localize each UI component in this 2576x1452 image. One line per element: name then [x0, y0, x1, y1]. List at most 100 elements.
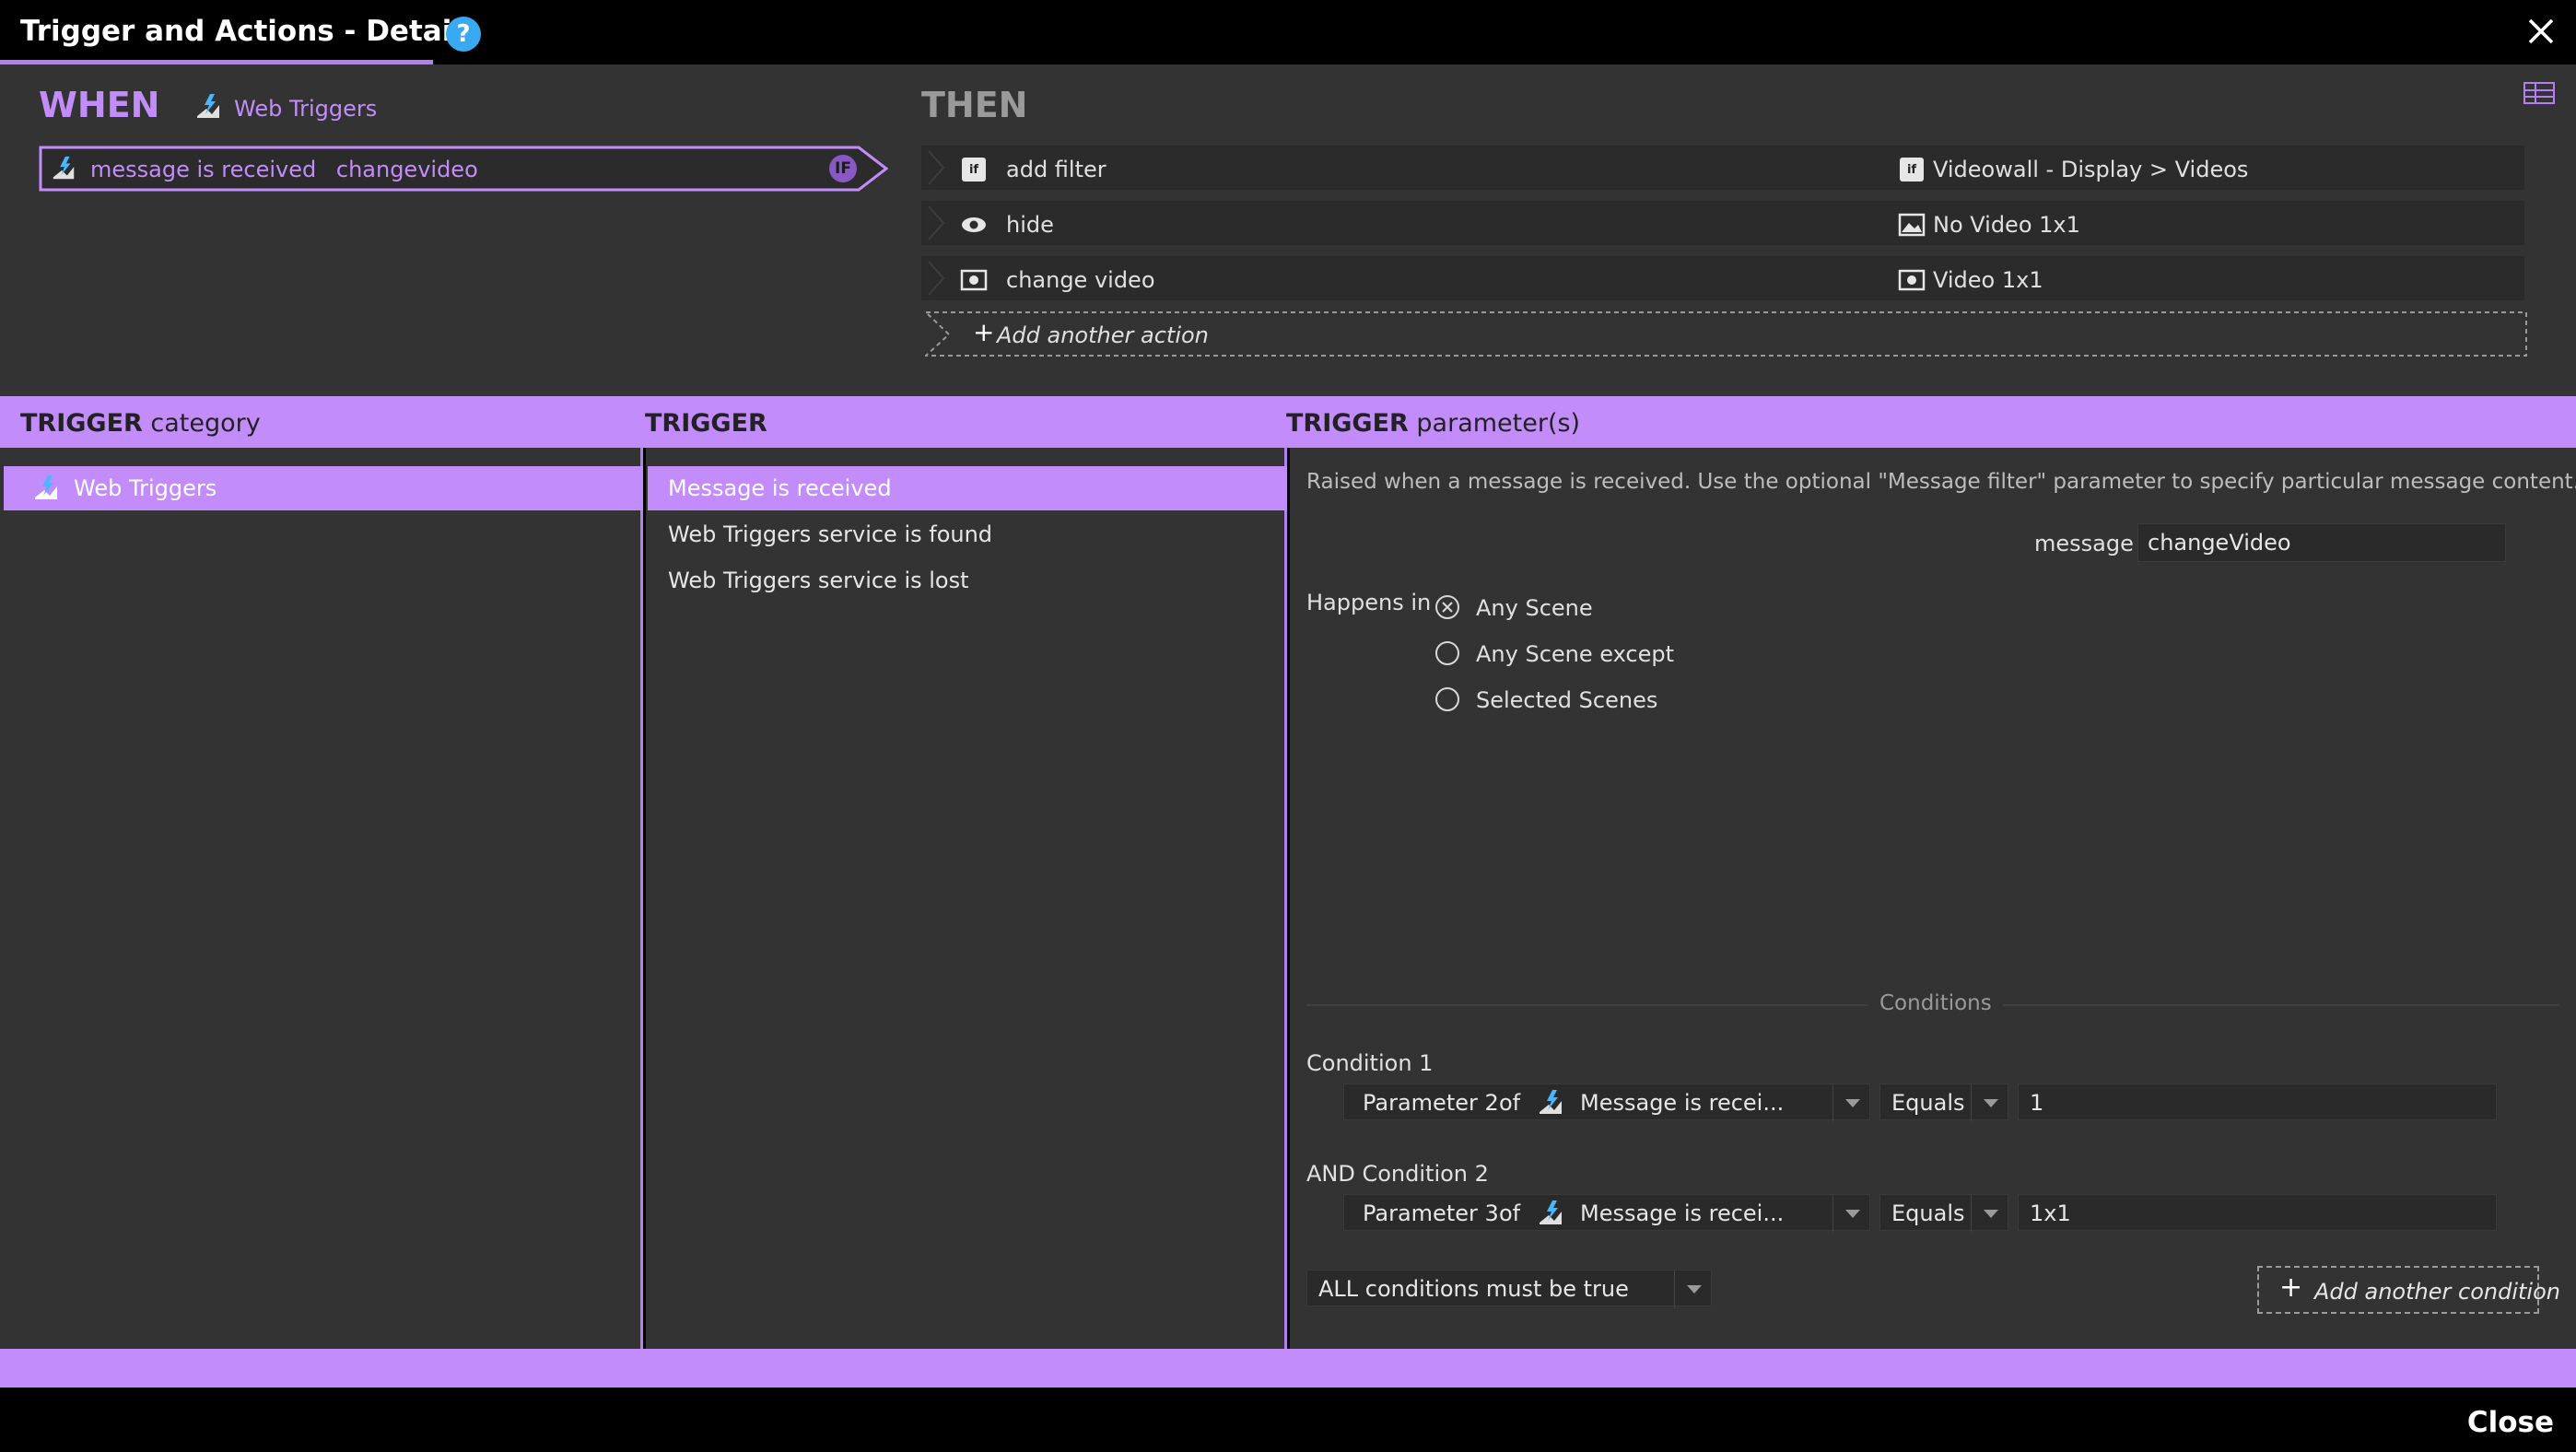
action-target: Videowall - Display > Videos [1933, 157, 2249, 182]
chevron-down-icon[interactable] [1971, 1195, 2008, 1232]
message-label: message [2034, 531, 2134, 556]
condition-parameter-select[interactable]: Parameter 2 of Message is recei... [1343, 1083, 1870, 1121]
web-trigger-icon [1540, 1090, 1562, 1114]
trigger-item-service-lost[interactable]: Web Triggers service is lost [648, 558, 1287, 603]
action-row[interactable]: change video Video 1x1 [921, 256, 2524, 300]
trigger-description: Raised when a message is received. Use t… [1306, 470, 2576, 494]
svg-text:if: if [969, 163, 978, 177]
action-row[interactable]: hide No Video 1x1 [921, 201, 2524, 245]
category-item-web-triggers[interactable]: Web Triggers [4, 466, 643, 510]
title-bar: Trigger and Actions - Details ? [0, 0, 2576, 64]
plus-icon: + [973, 317, 995, 347]
conditions-title: Conditions [1868, 991, 2003, 1015]
radio-selected-scenes[interactable] [1435, 687, 1459, 711]
chevron-right-icon [928, 150, 945, 185]
condition-parameter-select[interactable]: Parameter 3 of Message is recei... [1343, 1194, 1870, 1232]
video-icon [1898, 269, 1926, 291]
if-filter-icon: if [962, 158, 986, 182]
condition-operator: Equals [1891, 1200, 1965, 1226]
video-icon [960, 269, 988, 291]
condition-param: Parameter 2 [1363, 1090, 1499, 1116]
chevron-right-icon [928, 205, 945, 240]
if-filter-icon: if [1900, 158, 1924, 182]
then-label: THEN [921, 85, 1028, 125]
add-action-label: Add another action [997, 322, 1209, 348]
add-action-button[interactable]: + Add another action [925, 311, 2528, 357]
radio-any-scene-except[interactable] [1435, 641, 1459, 665]
svg-text:if: if [1907, 163, 1916, 177]
eye-icon [962, 217, 986, 232]
title-tab: Trigger and Actions - Details [0, 0, 478, 64]
footer-bar: Close [0, 1388, 2576, 1452]
trigger-list: Message is received Web Triggers service… [646, 448, 1287, 1349]
category-label: Web Triggers [74, 475, 217, 501]
condition-source: Message is recei... [1580, 1200, 1785, 1226]
trigger-parameters-panel: Raised when a message is received. Use t… [1290, 448, 2576, 1349]
condition-param: Parameter 3 [1363, 1200, 1499, 1226]
radio-label: Any Scene except [1476, 641, 1674, 667]
trigger-item-message-received[interactable]: Message is received [648, 466, 1287, 510]
image-icon [1898, 213, 1926, 237]
conditions-mode-select[interactable]: ALL conditions must be true [1306, 1270, 1712, 1307]
action-label: add filter [1006, 157, 1107, 182]
web-trigger-icon [1540, 1200, 1562, 1224]
condition-operator-select[interactable]: Equals [1879, 1083, 2008, 1121]
trigger-label: Web Triggers service is found [668, 521, 993, 547]
close-button[interactable]: Close [2467, 1406, 2554, 1439]
close-icon[interactable] [2523, 13, 2559, 50]
trigger-value: changevideo [335, 157, 478, 182]
chevron-right-icon [928, 261, 945, 296]
chevron-down-icon[interactable] [1674, 1270, 1711, 1307]
happens-in-label: Happens in [1306, 590, 1432, 615]
table-view-icon[interactable] [2523, 79, 2556, 107]
condition-value: 1x1 [2030, 1200, 2071, 1226]
web-trigger-icon [35, 475, 57, 499]
condition-value-input[interactable]: 1 [2018, 1083, 2497, 1120]
condition-operator-select[interactable]: Equals [1879, 1194, 2008, 1232]
add-condition-button[interactable]: + Add another condition [2257, 1266, 2560, 1314]
condition-of: of [1499, 1200, 1521, 1226]
radio-check-icon [1442, 602, 1453, 613]
condition-label: AND Condition 2 [1306, 1161, 1489, 1187]
chevron-down-icon[interactable] [1832, 1084, 1869, 1121]
action-target: No Video 1x1 [1933, 212, 2080, 238]
when-category[interactable]: Web Triggers [234, 96, 377, 122]
trigger-summary-text: message is received changevideo [90, 157, 491, 182]
trigger-label: Web Triggers service is lost [668, 568, 969, 593]
when-then-panel: WHEN Web Triggers THEN message is receiv… [0, 64, 2576, 461]
web-trigger-icon [53, 156, 75, 180]
condition-label: Condition 1 [1306, 1050, 1434, 1076]
chevron-down-icon[interactable] [1971, 1084, 2008, 1121]
message-input[interactable]: changeVideo [2137, 523, 2506, 562]
web-trigger-icon [197, 94, 219, 118]
chevron-down-icon[interactable] [1832, 1195, 1869, 1232]
condition-of: of [1499, 1090, 1521, 1116]
plus-icon: + [2279, 1271, 2303, 1304]
radio-label: Selected Scenes [1476, 687, 1658, 713]
trigger-name: message is received [90, 157, 317, 182]
bottom-strip [0, 1349, 2576, 1388]
if-badge-icon[interactable]: IF [829, 155, 857, 182]
condition-value-input[interactable]: 1x1 [2018, 1194, 2497, 1231]
header-trigger: TRIGGER [645, 409, 767, 438]
help-icon[interactable]: ? [446, 17, 481, 52]
condition-operator: Equals [1891, 1090, 1965, 1116]
action-label: change video [1006, 267, 1155, 293]
trigger-label: Message is received [668, 475, 892, 501]
when-label: WHEN [39, 85, 160, 125]
trigger-item-service-found[interactable]: Web Triggers service is found [648, 512, 1287, 556]
when-trigger-summary[interactable]: message is received changevideo IF [39, 146, 889, 192]
radio-label: Any Scene [1476, 595, 1593, 621]
trigger-category-list: Web Triggers [0, 448, 643, 1349]
radio-any-scene[interactable] [1435, 595, 1459, 619]
condition-value: 1 [2030, 1090, 2044, 1116]
action-row[interactable]: if add filter if Videowall - Display > V… [921, 146, 2524, 190]
add-condition-label: Add another condition [2314, 1279, 2560, 1305]
action-label: hide [1006, 212, 1054, 238]
action-target: Video 1x1 [1933, 267, 2043, 293]
window-title: Trigger and Actions - Details [20, 15, 479, 48]
section-headers: TRIGGER category TRIGGER TRIGGER paramet… [0, 396, 2576, 448]
condition-source: Message is recei... [1580, 1090, 1785, 1116]
header-trigger-category: TRIGGER category [20, 409, 261, 438]
header-trigger-parameters: TRIGGER parameter(s) [1286, 409, 1581, 438]
